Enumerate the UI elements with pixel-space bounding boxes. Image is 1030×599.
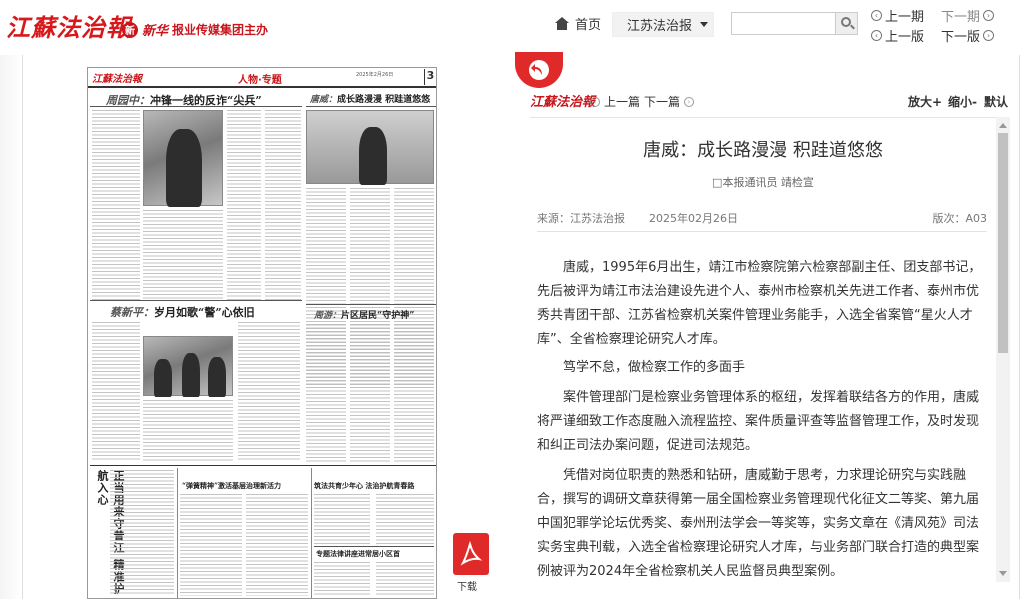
article-panel: 唐威：成长路漫漫 积跬道悠悠 □本报通讯员 靖检宣 来源：江苏法治报 2025年… bbox=[530, 117, 996, 582]
article-meta: 来源：江苏法治报 2025年02月26日 版次：A03 bbox=[537, 210, 987, 225]
article-byline: □本报通讯员 靖检宣 bbox=[712, 176, 814, 189]
next-article-link[interactable]: 下一篇 bbox=[644, 93, 680, 110]
story-title[interactable]: “弹簧精神”激活基层治理新活力 bbox=[182, 481, 281, 491]
prev-page-link[interactable]: ‹ 上一版 bbox=[871, 26, 924, 45]
prev-issue-link[interactable]: ‹ 上一期 bbox=[871, 6, 924, 25]
xinhua-mark-icon: 新 bbox=[122, 21, 138, 38]
story-title[interactable]: 周游：片区居民“守护神” bbox=[314, 308, 414, 321]
search-button[interactable] bbox=[835, 12, 858, 35]
newspaper-masthead: 江蘇法治報 人物·专题 2025年2月26日 3 bbox=[88, 68, 436, 88]
circle-left-icon: ‹ bbox=[871, 30, 882, 41]
home-link[interactable]: 首页 bbox=[555, 14, 601, 33]
reader-toolbar: 江蘇法治報 ‹ 上一篇 下一篇 › 放大+ 缩小- 默认 bbox=[530, 90, 1010, 112]
pdf-download-button[interactable] bbox=[453, 533, 489, 575]
prev-article-link[interactable]: 上一篇 bbox=[604, 93, 640, 110]
zoom-out-button[interactable]: 缩小- bbox=[948, 93, 977, 110]
next-issue-link[interactable]: 下一期 › bbox=[941, 6, 995, 25]
search-input[interactable] bbox=[731, 12, 836, 35]
paper-select-value: 江苏法治报 bbox=[627, 19, 693, 34]
zoom-reset-button[interactable]: 默认 bbox=[984, 93, 1008, 110]
article-date: 2025年02月26日 bbox=[649, 212, 738, 225]
site-logo[interactable]: 江蘇法治報 bbox=[6, 8, 131, 43]
circle-right-icon: › bbox=[983, 30, 995, 41]
newspaper-page[interactable]: 江蘇法治報 人物·专题 2025年2月26日 3 周园中：冲锋一线的反诈“尖兵”… bbox=[87, 67, 437, 599]
story-photo bbox=[306, 110, 434, 185]
reader-logo: 江蘇法治報 bbox=[530, 95, 596, 110]
download-label[interactable]: 下载 bbox=[457, 578, 477, 593]
article-page: 版次：A03 bbox=[932, 212, 987, 225]
next-issue-label: 下一期 bbox=[941, 10, 981, 25]
back-arrow-icon bbox=[529, 60, 549, 80]
article-paragraph: 唐威，1995年6月出生，靖江市检察院第六检察部副主任、团支部书记，先后被评为靖… bbox=[537, 260, 982, 347]
article-subheading: 笃学不怠，做检察工作的多面手 bbox=[563, 360, 746, 375]
article-paragraph: 案件管理部门是检察业务管理体系的枢纽，发挥着联结各方的作用，唐威将严谨细致工作态… bbox=[537, 390, 980, 453]
chevron-down-icon bbox=[700, 22, 709, 27]
newspaper-section: 人物·专题 bbox=[238, 75, 282, 86]
scroll-up-icon[interactable] bbox=[999, 123, 1007, 128]
story-title[interactable]: 蔡新平：岁月如歌“警”心依旧 bbox=[110, 304, 255, 320]
prev-page-label: 上一版 bbox=[885, 30, 925, 45]
next-page-label: 下一版 bbox=[941, 30, 981, 45]
home-icon bbox=[555, 17, 569, 30]
site-header: 江蘇法治報 新 新华 报业传媒集团主办 首页 江苏法治报 ‹ 上一期 下一期 ›… bbox=[0, 0, 1030, 50]
pdf-icon bbox=[460, 541, 483, 566]
publisher-brush-name: 新华 bbox=[142, 24, 169, 39]
home-label: 首页 bbox=[575, 18, 602, 33]
article-source: 来源：江苏法治报 bbox=[537, 212, 625, 225]
zoom-in-button[interactable]: 放大+ bbox=[908, 93, 942, 110]
story-photo bbox=[143, 110, 223, 207]
circle-left-icon: ‹ bbox=[871, 10, 882, 21]
story-photo bbox=[143, 336, 233, 397]
article-paragraph: 凭借对岗位职责的熟悉和钻研，唐威勤于思考，力求理论研究与实践融合，撰写的调研文章… bbox=[537, 468, 980, 579]
scroll-thumb[interactable] bbox=[998, 133, 1008, 353]
story-title[interactable]: 唐威：成长路漫漫 积跬道悠悠 bbox=[310, 92, 430, 105]
newspaper-date: 2025年2月26日 bbox=[356, 72, 394, 78]
circle-right-icon: › bbox=[983, 10, 995, 21]
newspaper-page-number: 3 bbox=[424, 69, 436, 85]
scroll-down-icon[interactable] bbox=[999, 571, 1007, 576]
story-title[interactable]: 专题法律讲座进常居小区首 bbox=[316, 549, 400, 559]
publisher-text: 报业传媒集团主办 bbox=[172, 23, 269, 37]
article-nav: ‹ 上一篇 下一篇 › bbox=[590, 93, 695, 110]
article-scrollbar[interactable] bbox=[996, 117, 1010, 582]
paper-select[interactable]: 江苏法治报 bbox=[612, 12, 714, 37]
circle-left-icon: ‹ bbox=[590, 96, 600, 107]
circle-right-icon: › bbox=[684, 96, 695, 107]
article-title: 唐威：成长路漫漫 积跬道悠悠 bbox=[643, 140, 883, 161]
next-page-link[interactable]: 下一版 › bbox=[941, 26, 995, 45]
prev-issue-label: 上一期 bbox=[885, 10, 925, 25]
story-title[interactable]: 筑法共育少年心 法治护航青春路 bbox=[314, 481, 414, 491]
newspaper-logo: 江蘇法治報 bbox=[92, 74, 142, 85]
publisher-logo: 新 新华 报业传媒集团主办 bbox=[122, 20, 268, 39]
